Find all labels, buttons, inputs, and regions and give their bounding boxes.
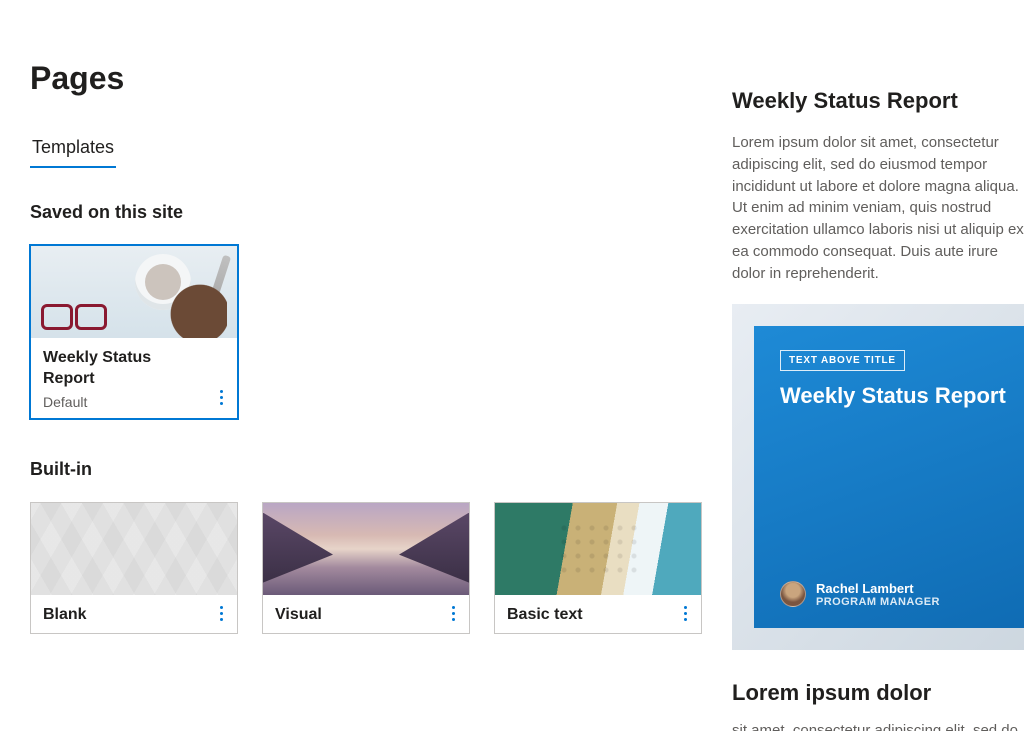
template-card-blank[interactable]: Blank bbox=[30, 502, 238, 635]
hero-heading: Weekly Status Report bbox=[780, 383, 1024, 409]
templates-panel: Pages Templates Saved on this site Weekl… bbox=[0, 0, 732, 731]
preview-panel: Weekly Status Report Lorem ipsum dolor s… bbox=[732, 0, 1024, 731]
template-thumbnail bbox=[31, 503, 237, 595]
author-name: Rachel Lambert bbox=[816, 581, 940, 597]
template-card-body: Visual bbox=[263, 595, 469, 634]
template-card-title: Blank bbox=[43, 605, 225, 626]
preview-title: Weekly Status Report bbox=[732, 88, 1024, 114]
template-card-title: Basic text bbox=[507, 605, 689, 626]
tab-templates[interactable]: Templates bbox=[30, 131, 116, 168]
template-card-title: Weekly Status Report bbox=[43, 348, 225, 390]
template-thumbnail bbox=[263, 503, 469, 595]
more-options-icon[interactable] bbox=[211, 386, 231, 410]
preview-section-heading: Lorem ipsum dolor bbox=[732, 680, 1024, 706]
author-meta: Rachel Lambert PROGRAM MANAGER bbox=[816, 581, 940, 609]
template-thumbnail bbox=[495, 503, 701, 595]
page-title: Pages bbox=[30, 60, 702, 97]
section-heading-saved: Saved on this site bbox=[30, 202, 702, 223]
more-options-icon[interactable] bbox=[211, 601, 231, 625]
avatar bbox=[780, 581, 806, 607]
template-card-body: Weekly Status Report Default bbox=[31, 338, 237, 418]
preview-hero-card: TEXT ABOVE TITLE Weekly Status Report Ra… bbox=[754, 326, 1024, 628]
template-card-title: Visual bbox=[275, 605, 457, 626]
preview-hero: TEXT ABOVE TITLE Weekly Status Report Ra… bbox=[732, 304, 1024, 650]
saved-card-row: Weekly Status Report Default bbox=[30, 245, 702, 419]
template-card-body: Basic text bbox=[495, 595, 701, 634]
hero-badge: TEXT ABOVE TITLE bbox=[780, 350, 905, 371]
builtin-card-row: Blank Visual Basic text bbox=[30, 502, 702, 635]
preview-intro-text: Lorem ipsum dolor sit amet, consectetur … bbox=[732, 132, 1024, 284]
template-thumbnail bbox=[31, 246, 237, 338]
author-role: PROGRAM MANAGER bbox=[816, 596, 940, 608]
section-heading-builtin: Built-in bbox=[30, 459, 702, 480]
hero-author: Rachel Lambert PROGRAM MANAGER bbox=[780, 581, 1024, 609]
template-card-visual[interactable]: Visual bbox=[262, 502, 470, 635]
preview-section-body: sit amet, consectetur adipiscing elit, s… bbox=[732, 720, 1024, 731]
template-card-body: Blank bbox=[31, 595, 237, 634]
more-options-icon[interactable] bbox=[675, 601, 695, 625]
more-options-icon[interactable] bbox=[443, 601, 463, 625]
tabs: Templates bbox=[30, 131, 702, 168]
template-card-subtitle: Default bbox=[43, 394, 225, 410]
template-card-weekly-status[interactable]: Weekly Status Report Default bbox=[30, 245, 238, 419]
template-card-basic-text[interactable]: Basic text bbox=[494, 502, 702, 635]
